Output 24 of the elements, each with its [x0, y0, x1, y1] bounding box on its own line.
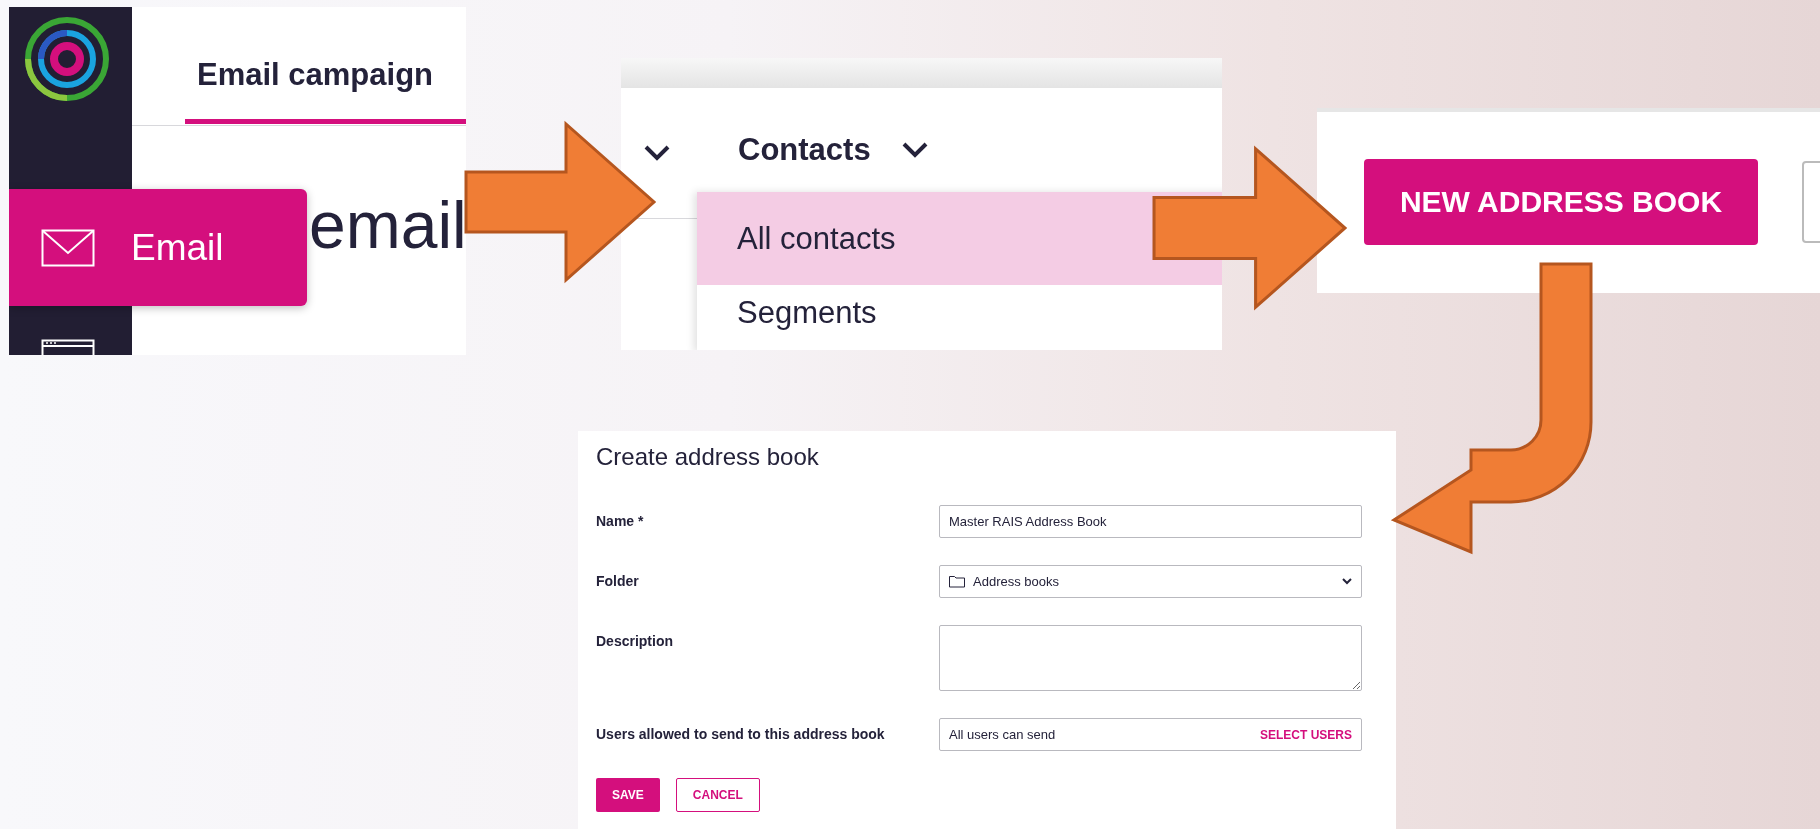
field-label: Description: [596, 632, 674, 649]
cancel-button[interactable]: CANCEL: [675, 778, 760, 812]
name-field[interactable]: Master RAIS Address Book: [939, 505, 1362, 538]
users-field[interactable]: All users can send SELECT USERS: [939, 718, 1362, 751]
chevron-down-icon: [900, 141, 929, 159]
field-label: Users allowed to send to this address book: [596, 725, 886, 742]
new-address-book-button[interactable]: NEW ADDRESS BOOK: [1364, 159, 1758, 245]
menu-item[interactable]: All contacts: [697, 192, 1222, 285]
chevron-down-icon: [643, 144, 671, 162]
chevron-down-icon: [1342, 578, 1352, 585]
field-label: Folder: [596, 572, 640, 589]
folder-icon: [949, 575, 965, 588]
window-icon[interactable]: [41, 339, 95, 355]
save-button[interactable]: SAVE: [596, 778, 660, 812]
description-field[interactable]: [939, 625, 1362, 691]
select-users-link[interactable]: SELECT USERS: [1260, 727, 1352, 742]
folder-dropdown[interactable]: Address books: [939, 565, 1362, 598]
page-heading: email: [309, 187, 466, 263]
contacts-menu[interactable]: Contacts: [738, 132, 929, 168]
logo-icon: [24, 16, 110, 102]
envelope-icon: [41, 228, 95, 267]
field-label: Name *: [596, 512, 645, 529]
dialog-title: Create address book: [596, 443, 820, 471]
email-nav-item[interactable]: Email: [9, 189, 307, 306]
